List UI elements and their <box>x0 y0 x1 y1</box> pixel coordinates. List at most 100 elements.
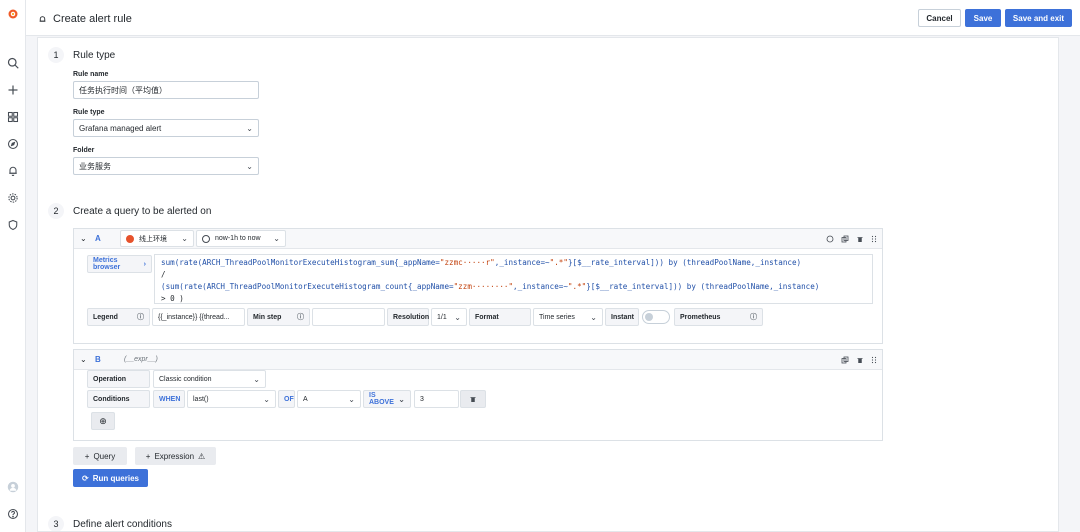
info-icon: ⓘ <box>297 314 304 321</box>
folder-select[interactable]: 业务服务 ⌄ <box>73 157 259 175</box>
rule-type-label: Rule type <box>73 109 105 116</box>
instant-toggle[interactable] <box>642 310 670 324</box>
prometheus-label: Prometheus ⓘ <box>674 308 763 326</box>
chevron-down-icon: ⌄ <box>273 234 280 243</box>
plus-icon: + <box>145 451 151 461</box>
drag-handle-icon[interactable] <box>869 234 879 244</box>
chevron-down-icon[interactable]: ⌄ <box>80 355 87 364</box>
drag-handle-icon[interactable] <box>869 355 879 365</box>
add-query-button[interactable]: + Query <box>73 447 127 465</box>
save-and-exit-button[interactable]: Save and exit <box>1005 9 1072 27</box>
query-a-header: ⌄ A 线上环境 ⌄ now-1h to now ⌄ <box>74 229 882 249</box>
remove-condition-button[interactable] <box>460 390 486 408</box>
help-icon[interactable] <box>6 507 20 521</box>
query-a-editor: ⌄ A 线上环境 ⌄ now-1h to now ⌄ Metrics brows… <box>73 228 883 344</box>
warning-icon: ⚠ <box>198 451 206 461</box>
compass-icon[interactable] <box>6 137 20 151</box>
cancel-button[interactable]: Cancel <box>918 9 961 27</box>
plus-icon[interactable] <box>6 83 20 97</box>
metrics-browser-button[interactable]: Metrics browser › <box>87 255 152 273</box>
user-avatar-icon[interactable] <box>6 480 20 494</box>
resolution-label: Resolution <box>387 308 429 326</box>
query-a-letter: A <box>95 234 101 243</box>
chevron-down-icon: ⌄ <box>246 123 253 133</box>
info-icon: ⓘ <box>750 314 757 321</box>
step-2-number: 2 <box>48 203 64 219</box>
chevron-down-icon: ⌄ <box>398 394 405 404</box>
operation-label: Operation <box>87 370 150 388</box>
when-keyword: WHEN <box>153 390 185 408</box>
gear-icon[interactable] <box>6 191 20 205</box>
duplicate-icon[interactable] <box>840 355 850 365</box>
chevron-down-icon: ⌄ <box>590 312 597 322</box>
query-a-code-editor[interactable]: sum(rate(ARCH_ThreadPoolMonitorExecuteHi… <box>154 254 873 304</box>
resolution-select[interactable]: 1/1 ⌄ <box>431 308 467 326</box>
expression-hint: (__expr__) <box>124 356 158 363</box>
format-label: Format <box>469 308 531 326</box>
bell-icon <box>38 15 47 24</box>
reducer-select[interactable]: last() ⌄ <box>187 390 276 408</box>
rule-editor-panel: 1 Rule type Rule name 任务执行时间（平均值） Rule t… <box>37 37 1059 532</box>
conditions-label: Conditions <box>87 390 150 408</box>
side-nav <box>0 0 26 532</box>
evaluator-select[interactable]: IS ABOVE ⌄ <box>363 390 411 408</box>
rule-type-select[interactable]: Grafana managed alert ⌄ <box>73 119 259 137</box>
page-title: Create alert rule <box>38 13 132 25</box>
trash-icon <box>469 395 477 403</box>
min-step-input[interactable] <box>312 308 385 326</box>
chevron-down-icon[interactable]: ⌄ <box>80 234 87 243</box>
add-expression-button[interactable]: + Expression ⚠ <box>135 447 216 465</box>
time-range-select[interactable]: now-1h to now ⌄ <box>196 230 286 247</box>
step-3-title: Define alert conditions <box>73 519 172 530</box>
page-title-text: Create alert rule <box>53 13 132 25</box>
top-bar: Create alert rule Cancel Save Save and e… <box>26 0 1080 36</box>
grafana-logo-icon[interactable] <box>6 7 20 21</box>
chevron-down-icon: ⌄ <box>263 394 270 404</box>
add-condition-button[interactable]: ⊕ <box>91 412 115 430</box>
instant-label: Instant <box>605 308 639 326</box>
chevron-down-icon: ⌄ <box>246 161 253 171</box>
shield-icon[interactable] <box>6 218 20 232</box>
chevron-right-icon: › <box>143 260 146 268</box>
chevron-down-icon: ⌄ <box>181 234 188 243</box>
prometheus-icon <box>126 234 134 243</box>
duplicate-icon[interactable] <box>840 234 850 244</box>
legend-label: Legend ⓘ <box>87 308 150 326</box>
legend-input[interactable]: {{_instance}} {{thread... <box>152 308 245 326</box>
chevron-down-icon: ⌄ <box>253 374 260 384</box>
plus-circle-icon: ⊕ <box>99 415 107 426</box>
of-keyword: OF <box>278 390 295 408</box>
step-3-number: 3 <box>48 516 64 531</box>
bell-icon[interactable] <box>6 164 20 178</box>
query-b-letter: B <box>95 355 101 364</box>
info-icon: ⓘ <box>137 314 144 321</box>
search-icon[interactable] <box>6 56 20 70</box>
query-expression: sum(rate(ARCH_ThreadPoolMonitorExecuteHi… <box>161 258 820 303</box>
query-b-header: ⌄ B (__expr__) <box>74 350 882 370</box>
plus-icon: + <box>84 451 90 461</box>
rule-name-label: Rule name <box>73 71 109 78</box>
help-icon[interactable] <box>825 234 835 244</box>
step-2-title: Create a query to be alerted on <box>73 206 212 217</box>
refresh-icon: ⟳ <box>82 473 89 483</box>
run-queries-button[interactable]: ⟳ Run queries <box>73 469 148 487</box>
operation-select[interactable]: Classic condition ⌄ <box>153 370 266 388</box>
chevron-down-icon: ⌄ <box>454 312 461 322</box>
save-button[interactable]: Save <box>965 9 1001 27</box>
query-b-editor: ⌄ B (__expr__) Operation Classic conditi… <box>73 349 883 441</box>
of-query-select[interactable]: A ⌄ <box>297 390 361 408</box>
step-1-title: Rule type <box>73 50 116 61</box>
folder-label: Folder <box>73 147 95 154</box>
trash-icon[interactable] <box>855 355 865 365</box>
dashboards-icon[interactable] <box>6 110 20 124</box>
trash-icon[interactable] <box>855 234 865 244</box>
chevron-down-icon: ⌄ <box>348 394 355 404</box>
clock-icon <box>202 234 210 243</box>
format-select[interactable]: Time series ⌄ <box>533 308 603 326</box>
min-step-label: Min step ⓘ <box>247 308 310 326</box>
step-1-number: 1 <box>48 47 64 63</box>
datasource-select[interactable]: 线上环境 ⌄ <box>120 230 194 247</box>
threshold-input[interactable]: 3 <box>414 390 459 408</box>
rule-name-input[interactable]: 任务执行时间（平均值） <box>73 81 259 99</box>
toggle-knob <box>645 313 653 321</box>
